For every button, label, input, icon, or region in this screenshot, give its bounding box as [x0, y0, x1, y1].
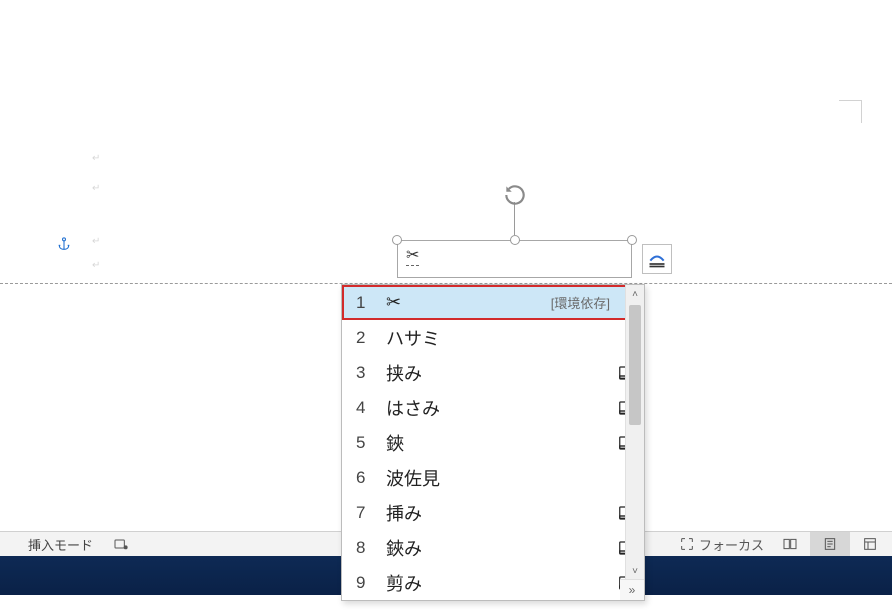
ime-candidate-row[interactable]: 1✂[環境依存] [342, 285, 644, 320]
ime-candidate-number: 8 [356, 538, 378, 558]
ime-candidate-text: 鋏 [378, 430, 616, 456]
ime-candidate-tag: [環境依存] [551, 293, 610, 312]
ime-candidate-number: 1 [356, 293, 378, 313]
ime-candidate-text: 波佐見 [378, 465, 616, 491]
ime-candidate-number: 2 [356, 328, 378, 348]
paragraph-mark: ↵ [92, 183, 100, 194]
ime-candidate-number: 9 [356, 573, 378, 593]
resize-handle[interactable] [627, 235, 637, 245]
ime-candidate-row[interactable]: 6波佐見 [342, 460, 644, 495]
ime-candidate-text: 挿み [378, 500, 616, 526]
scroll-thumb[interactable] [629, 305, 641, 425]
ime-candidate-text: はさみ [378, 395, 616, 421]
ime-candidate-number: 3 [356, 363, 378, 383]
rotate-handle-icon[interactable] [502, 182, 528, 213]
textbox-text: ✂ [406, 248, 419, 266]
ime-candidate-row[interactable]: 3挟み [342, 355, 644, 390]
print-layout-icon[interactable] [810, 532, 850, 556]
resize-handle[interactable] [510, 235, 520, 245]
ime-candidate-row[interactable]: 8鋏み [342, 530, 644, 565]
ime-candidate-row[interactable]: 5鋏 [342, 425, 644, 460]
layout-options-button[interactable] [642, 244, 672, 274]
ime-candidate-list: 1✂[環境依存]2ハサミ3挟み4はさみ5鋏6波佐見7挿み8鋏み9剪み [342, 285, 644, 600]
ime-expand-button[interactable]: » [620, 579, 644, 600]
ime-candidate-number: 7 [356, 503, 378, 523]
ime-candidate-text: 剪み [378, 570, 616, 596]
ime-candidate-text: 挟み [378, 360, 616, 386]
ime-scrollbar[interactable]: ˄ ˅ [625, 285, 644, 580]
page-corner-marker [839, 100, 862, 123]
ime-candidate-number: 5 [356, 433, 378, 453]
ime-candidate-number: 6 [356, 468, 378, 488]
resize-handle[interactable] [392, 235, 402, 245]
ime-candidate-row[interactable]: 2ハサミ [342, 320, 644, 355]
ime-candidate-text: 鋏み [378, 535, 616, 561]
ime-candidate-text: ハサミ [378, 325, 616, 351]
read-mode-icon[interactable] [770, 532, 810, 556]
macro-record-icon[interactable] [101, 532, 141, 556]
ime-candidate-row[interactable]: 7挿み [342, 495, 644, 530]
textbox-object[interactable]: ✂ [397, 240, 632, 278]
anchor-icon [56, 236, 72, 257]
textbox-content[interactable]: ✂ [397, 240, 632, 278]
insert-mode-label[interactable]: 挿入モード [28, 535, 93, 554]
paragraph-mark: ↵ [92, 153, 100, 164]
scroll-track[interactable] [626, 303, 644, 562]
focus-mode-button[interactable]: フォーカス [673, 532, 770, 556]
scroll-up-icon[interactable]: ˄ [626, 285, 644, 303]
ime-candidate-row[interactable]: 9剪み [342, 565, 644, 600]
paragraph-mark: ↵ [92, 260, 100, 271]
ime-candidate-text: ✂ [378, 292, 551, 313]
ime-candidate-row[interactable]: 4はさみ [342, 390, 644, 425]
scroll-down-icon[interactable]: ˅ [626, 562, 644, 580]
focus-mode-label: フォーカス [699, 535, 764, 554]
ime-candidate-number: 4 [356, 398, 378, 418]
paragraph-mark: ↵ [92, 236, 100, 247]
web-layout-icon[interactable] [850, 532, 890, 556]
ime-candidate-window: 1✂[環境依存]2ハサミ3挟み4はさみ5鋏6波佐見7挿み8鋏み9剪み ˄ ˅ » [341, 284, 645, 601]
